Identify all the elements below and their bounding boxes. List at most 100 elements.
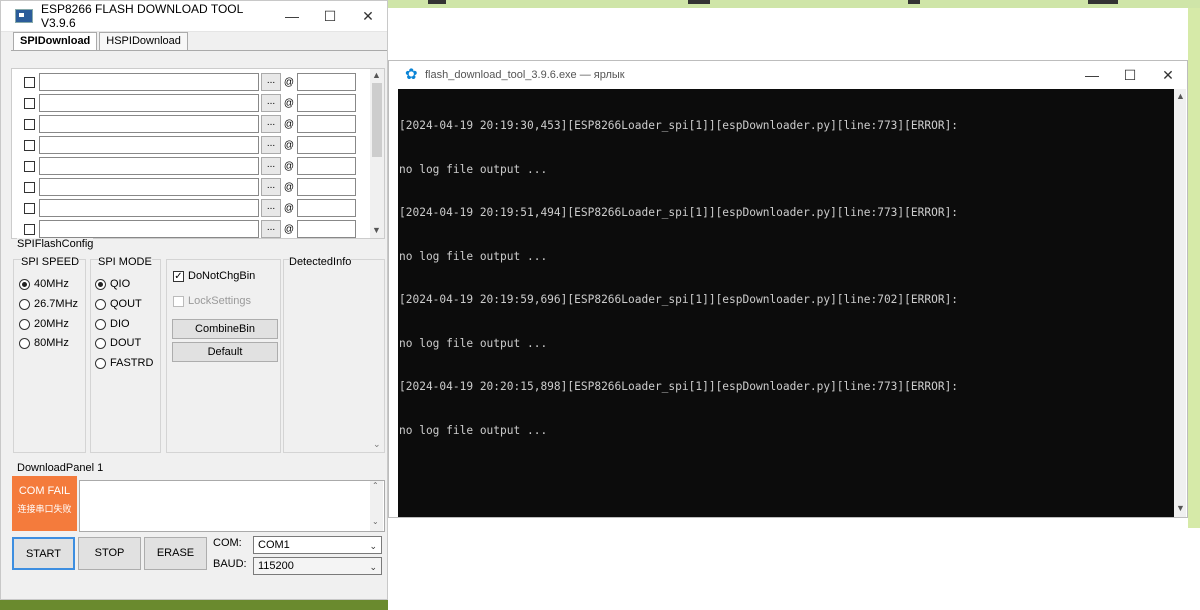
start-button[interactable]: START	[12, 537, 75, 570]
browse-button[interactable]: ...	[261, 199, 281, 217]
console-scrollbar[interactable]: ▲ ▼	[1174, 89, 1186, 517]
esp-flash-tool-window: ESP8266 FLASH DOWNLOAD TOOL V3.9.6 — ☐ ✕…	[0, 0, 388, 600]
address-input[interactable]	[297, 73, 356, 91]
chevron-down-icon: ⌄	[369, 562, 377, 572]
browse-button[interactable]: ...	[261, 157, 281, 175]
radio-dout[interactable]: DOUT	[95, 337, 141, 349]
radio-dio[interactable]: DIO	[95, 318, 130, 330]
at-label: @	[283, 160, 295, 172]
console-line: no log file output ...	[399, 336, 548, 350]
spi-mode-label: SPI MODE	[98, 256, 152, 268]
desktop-background-top	[388, 0, 1200, 8]
file-row: ... @	[24, 73, 356, 91]
file-row: ... @	[24, 157, 356, 175]
scroll-down-icon[interactable]: ▼	[1176, 503, 1185, 513]
console-line: [2024-04-19 20:19:59,696][ESP8266Loader_…	[399, 293, 959, 306]
baud-select[interactable]: 115200 ⌄	[253, 557, 382, 575]
minimize-button[interactable]: —	[1073, 67, 1111, 83]
console-titlebar[interactable]: ✿ flash_download_tool_3.9.6.exe — ярлык …	[389, 61, 1187, 89]
address-input[interactable]	[297, 94, 356, 112]
detected-info-group	[283, 259, 385, 453]
browse-button[interactable]: ...	[261, 178, 281, 196]
at-label: @	[283, 76, 295, 88]
download-panel-label: DownloadPanel 1	[17, 462, 104, 474]
console-line: [2024-04-19 20:19:30,453][ESP8266Loader_…	[399, 119, 959, 132]
file-path-input[interactable]	[39, 136, 259, 154]
gear-icon: ✿	[405, 66, 418, 83]
file-path-input[interactable]	[39, 178, 259, 196]
log-scrollbar[interactable]: ⌃ ⌄	[370, 481, 383, 531]
file-path-input[interactable]	[39, 199, 259, 217]
radio-qout[interactable]: QOUT	[95, 298, 142, 310]
address-input[interactable]	[297, 199, 356, 217]
taskbar-hint	[0, 600, 388, 610]
download-log-area[interactable]: ⌃ ⌄	[79, 480, 385, 532]
do-not-chg-bin-checkbox[interactable]: ✓ DoNotChgBin	[173, 270, 255, 282]
file-row-checkbox[interactable]	[24, 97, 35, 109]
scroll-up-icon[interactable]: ▲	[1176, 91, 1185, 101]
address-input[interactable]	[297, 115, 356, 133]
browse-button[interactable]: ...	[261, 94, 281, 112]
scroll-up-icon[interactable]: ▲	[372, 70, 381, 80]
file-row-checkbox[interactable]	[24, 181, 35, 193]
radio-80mhz[interactable]: 80MHz	[19, 337, 69, 349]
maximize-button[interactable]: ☐	[1111, 67, 1149, 84]
erase-button[interactable]: ERASE	[144, 537, 207, 570]
browse-button[interactable]: ...	[261, 136, 281, 154]
browse-button[interactable]: ...	[261, 73, 281, 91]
address-input[interactable]	[297, 136, 356, 154]
address-input[interactable]	[297, 178, 356, 196]
radio-20mhz[interactable]: 20MHz	[19, 318, 69, 330]
file-row-checkbox[interactable]	[24, 223, 35, 235]
close-button[interactable]: ✕	[1149, 67, 1187, 84]
address-input[interactable]	[297, 220, 356, 238]
file-list: ... @ ... @ ... @ ... @ ... @ ... @ ... …	[11, 68, 385, 239]
default-button[interactable]: Default	[172, 342, 278, 362]
file-path-input[interactable]	[39, 115, 259, 133]
file-path-input[interactable]	[39, 157, 259, 175]
esp-titlebar[interactable]: ESP8266 FLASH DOWNLOAD TOOL V3.9.6 — ☐ ✕	[1, 1, 387, 32]
browse-button[interactable]: ...	[261, 115, 281, 133]
console-line: [2024-04-19 20:20:15,898][ESP8266Loader_…	[399, 380, 959, 393]
console-window: ✿ flash_download_tool_3.9.6.exe — ярлык …	[388, 60, 1188, 518]
file-path-input[interactable]	[39, 73, 259, 91]
console-line: no log file output ...	[399, 162, 548, 176]
console-output[interactable]: [2024-04-19 20:19:30,453][ESP8266Loader_…	[398, 89, 1174, 517]
file-row-checkbox[interactable]	[24, 139, 35, 151]
tab-spidownload[interactable]: SPIDownload	[13, 32, 98, 52]
address-input[interactable]	[297, 157, 356, 175]
at-label: @	[283, 223, 295, 235]
radio-40mhz[interactable]: 40MHz	[19, 278, 69, 290]
stop-button[interactable]: STOP	[78, 537, 141, 570]
baud-label: BAUD:	[213, 558, 247, 570]
radio-qio[interactable]: QIO	[95, 278, 130, 290]
scroll-down-icon[interactable]: ▼	[372, 225, 381, 235]
radio-26-7mhz[interactable]: 26.7MHz	[19, 298, 78, 310]
file-row: ... @	[24, 178, 356, 196]
file-row: ... @	[24, 94, 356, 112]
minimize-button[interactable]: —	[273, 8, 311, 24]
combine-bin-button[interactable]: CombineBin	[172, 319, 278, 339]
tab-hspidownload[interactable]: HSPIDownload	[99, 32, 188, 52]
tab-panel: ... @ ... @ ... @ ... @ ... @ ... @ ... …	[11, 50, 387, 599]
file-list-scrollbar[interactable]: ▲ ▼	[370, 69, 384, 238]
scroll-thumb[interactable]	[372, 83, 382, 157]
browse-button[interactable]: ...	[261, 220, 281, 238]
file-row-checkbox[interactable]	[24, 76, 35, 88]
file-path-input[interactable]	[39, 94, 259, 112]
file-row-checkbox[interactable]	[24, 202, 35, 214]
spi-flash-config-label: SPIFlashConfig	[17, 238, 94, 250]
close-button[interactable]: ✕	[349, 8, 387, 25]
radio-fastrd[interactable]: FASTRD	[95, 357, 153, 369]
file-path-input[interactable]	[39, 220, 259, 238]
file-row-checkbox[interactable]	[24, 160, 35, 172]
status-subtext: 连接串口失败	[17, 504, 72, 514]
console-line: [2024-04-19 20:19:51,494][ESP8266Loader_…	[399, 206, 959, 219]
file-row-checkbox[interactable]	[24, 118, 35, 130]
lock-settings-checkbox[interactable]: LockSettings	[173, 295, 251, 307]
detected-info-label: DetectedInfo	[289, 256, 352, 268]
com-select[interactable]: COM1 ⌄	[253, 536, 382, 554]
chevron-down-icon[interactable]: ⌄	[373, 439, 381, 450]
file-row: ... @	[24, 199, 356, 217]
maximize-button[interactable]: ☐	[311, 8, 349, 25]
